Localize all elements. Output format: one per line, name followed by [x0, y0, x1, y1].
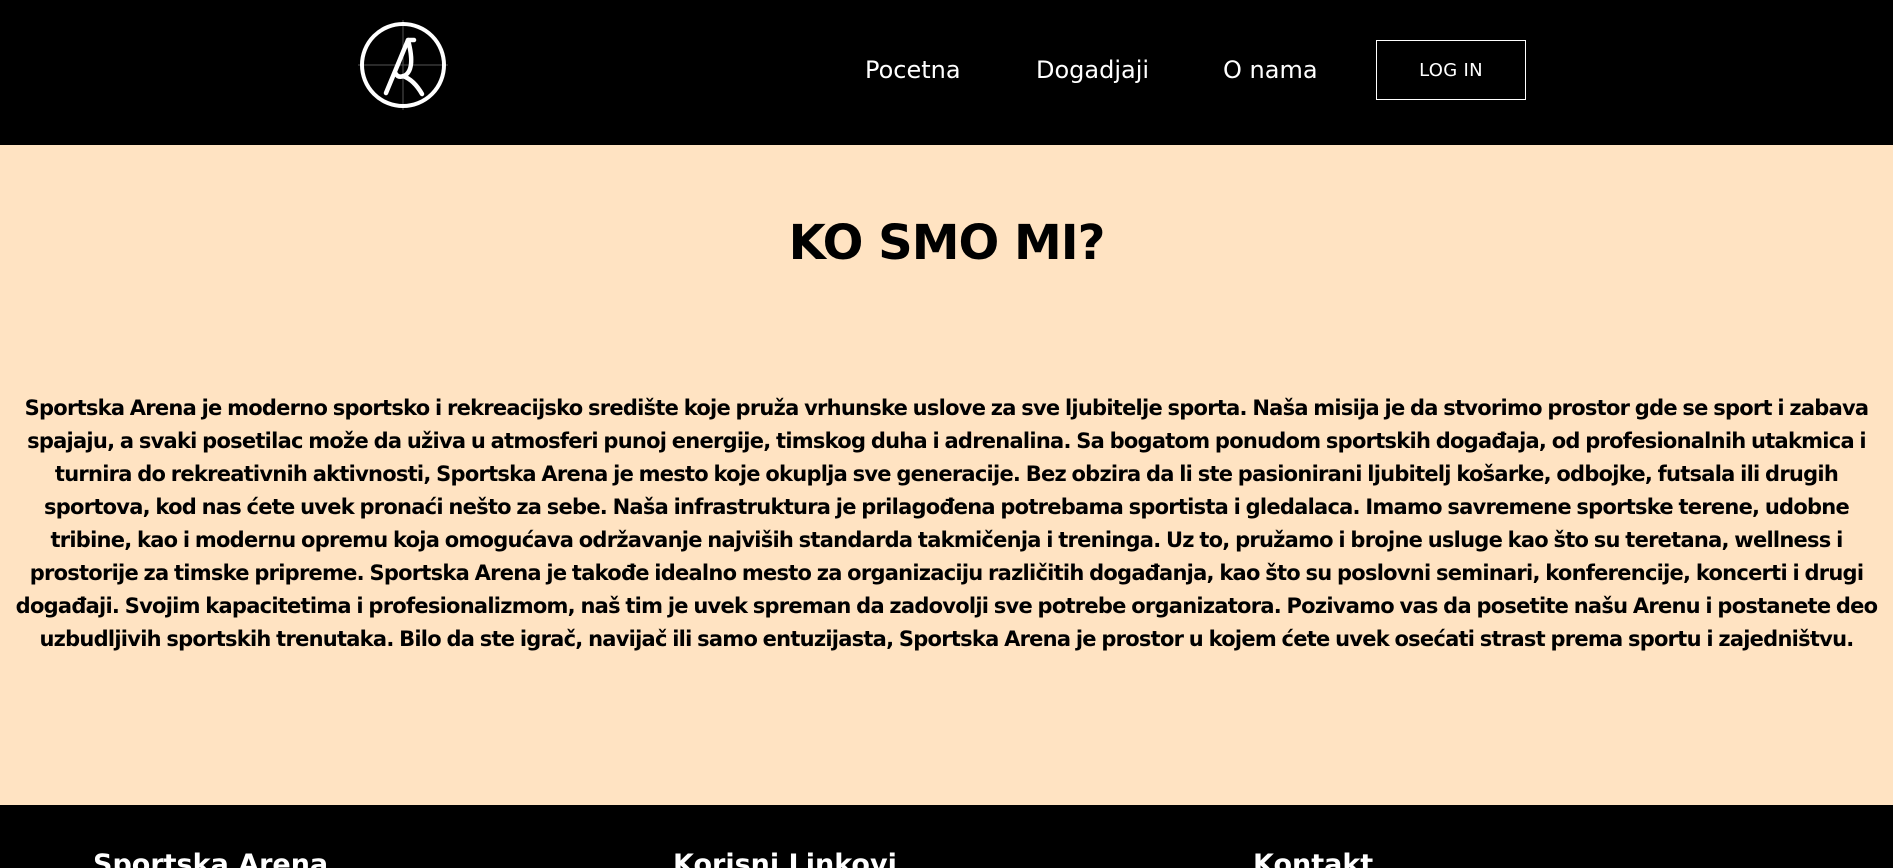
about-section: KO SMO MI? Sportska Arena je moderno spo…	[0, 145, 1893, 805]
nav-link-events[interactable]: Dogadjaji	[1036, 52, 1149, 88]
footer-links-heading: Korisni Linkovi	[673, 849, 897, 868]
navbar: Pocetna Dogadjaji O nama LOG IN	[0, 0, 1893, 145]
about-title: KO SMO MI?	[788, 215, 1106, 271]
arena-logo-icon[interactable]	[356, 18, 450, 112]
about-description: Sportska Arena je moderno sportsko i rek…	[15, 396, 1878, 651]
footer: Sportska Arena Korisni Linkovi Kontakt	[0, 805, 1893, 868]
footer-contact-heading: Kontakt	[1253, 849, 1374, 868]
footer-brand-heading: Sportska Arena	[93, 849, 329, 868]
arena-logo-graphic	[358, 20, 448, 110]
nav-link-about[interactable]: O nama	[1223, 52, 1318, 88]
nav-link-home[interactable]: Pocetna	[865, 52, 961, 88]
login-button[interactable]: LOG IN	[1376, 40, 1526, 100]
